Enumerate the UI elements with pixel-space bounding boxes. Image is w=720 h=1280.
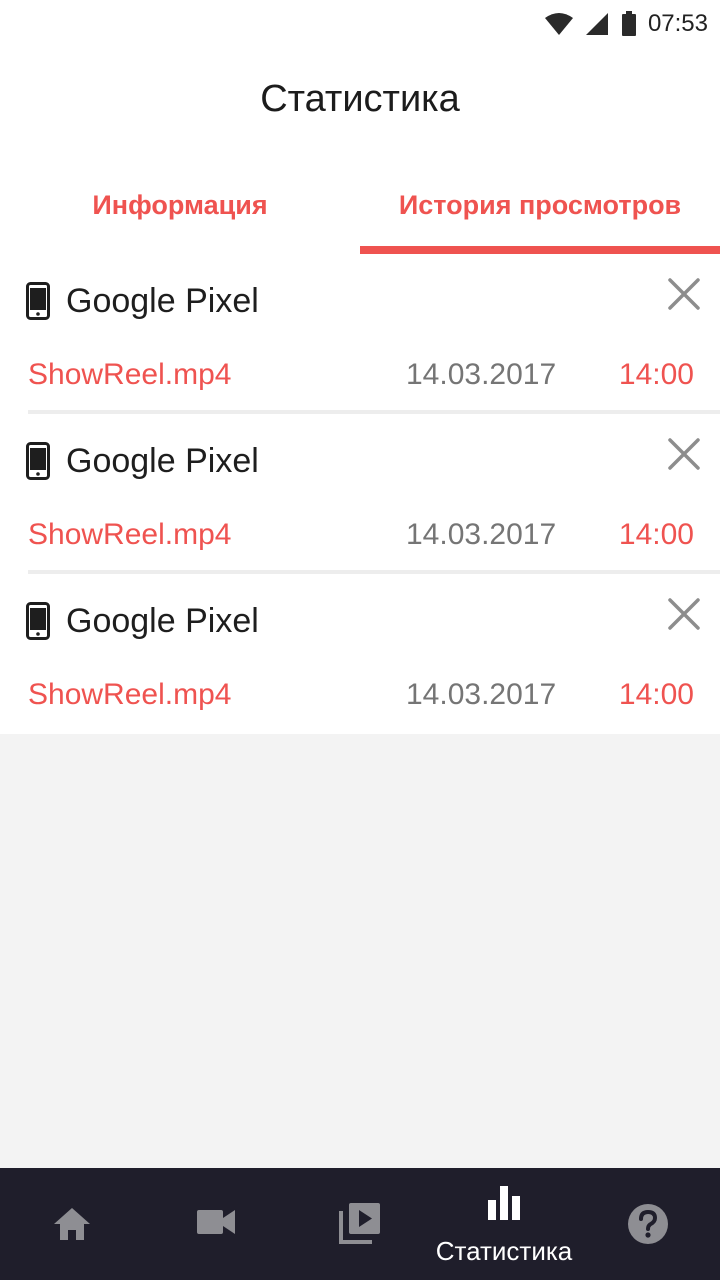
view-date: 14.03.2017 — [406, 358, 557, 391]
signal-icon — [585, 13, 608, 35]
tab-view-history[interactable]: История просмотров — [360, 170, 720, 254]
list-item[interactable]: Google Pixel ShowReel.mp4 14.03.2017 14:… — [0, 254, 720, 414]
view-date: 14.03.2017 — [406, 678, 557, 711]
nav-statistics-label: Статистика — [435, 1236, 573, 1266]
tab-view-history-label: История просмотров — [398, 190, 682, 220]
view-time: 14:00 — [618, 678, 694, 711]
page-title: Статистика — [260, 78, 460, 120]
nav-videos[interactable] — [144, 1168, 288, 1280]
help-icon — [628, 1204, 668, 1244]
nav-home[interactable] — [0, 1168, 144, 1280]
nav-statistics[interactable]: Статистика — [432, 1168, 576, 1280]
smartphone-icon — [26, 442, 50, 480]
device-name: Google Pixel — [66, 602, 259, 640]
device-name: Google Pixel — [66, 282, 259, 320]
view-date: 14.03.2017 — [406, 518, 557, 551]
home-icon — [54, 1208, 90, 1240]
close-icon[interactable] — [664, 274, 704, 314]
bottom-navigation: Статистика — [0, 1168, 720, 1280]
list-item[interactable]: Google Pixel ShowReel.mp4 14.03.2017 14:… — [0, 414, 720, 574]
tab-bar: Информация История просмотров — [0, 170, 720, 254]
videocam-icon — [197, 1210, 235, 1234]
tab-information[interactable]: Информация — [0, 170, 360, 254]
wifi-icon — [544, 13, 573, 35]
file-name: ShowReel.mp4 — [28, 518, 232, 551]
tab-information-label: Информация — [92, 190, 268, 220]
smartphone-icon — [26, 602, 50, 640]
file-name: ShowReel.mp4 — [28, 678, 232, 711]
status-clock: 07:53 — [647, 10, 708, 37]
battery-icon — [621, 11, 636, 36]
nav-library[interactable] — [288, 1168, 432, 1280]
view-history-list: Google Pixel ShowReel.mp4 14.03.2017 14:… — [0, 254, 720, 734]
view-time: 14:00 — [618, 358, 694, 391]
active-tab-indicator — [360, 246, 720, 254]
nav-help[interactable] — [576, 1168, 720, 1280]
close-icon[interactable] — [664, 594, 704, 634]
app-header-area: 07:53 Статистика Информация История прос… — [0, 0, 720, 254]
file-name: ShowReel.mp4 — [28, 358, 232, 391]
status-bar: 07:53 — [0, 0, 720, 48]
close-icon[interactable] — [664, 434, 704, 474]
video-library-icon — [339, 1203, 380, 1244]
bar-chart-icon — [488, 1186, 520, 1220]
smartphone-icon — [26, 282, 50, 320]
view-time: 14:00 — [618, 518, 694, 551]
list-item[interactable]: Google Pixel ShowReel.mp4 14.03.2017 14:… — [0, 574, 720, 734]
device-name: Google Pixel — [66, 442, 259, 480]
status-icons: 07:53 — [544, 10, 708, 38]
